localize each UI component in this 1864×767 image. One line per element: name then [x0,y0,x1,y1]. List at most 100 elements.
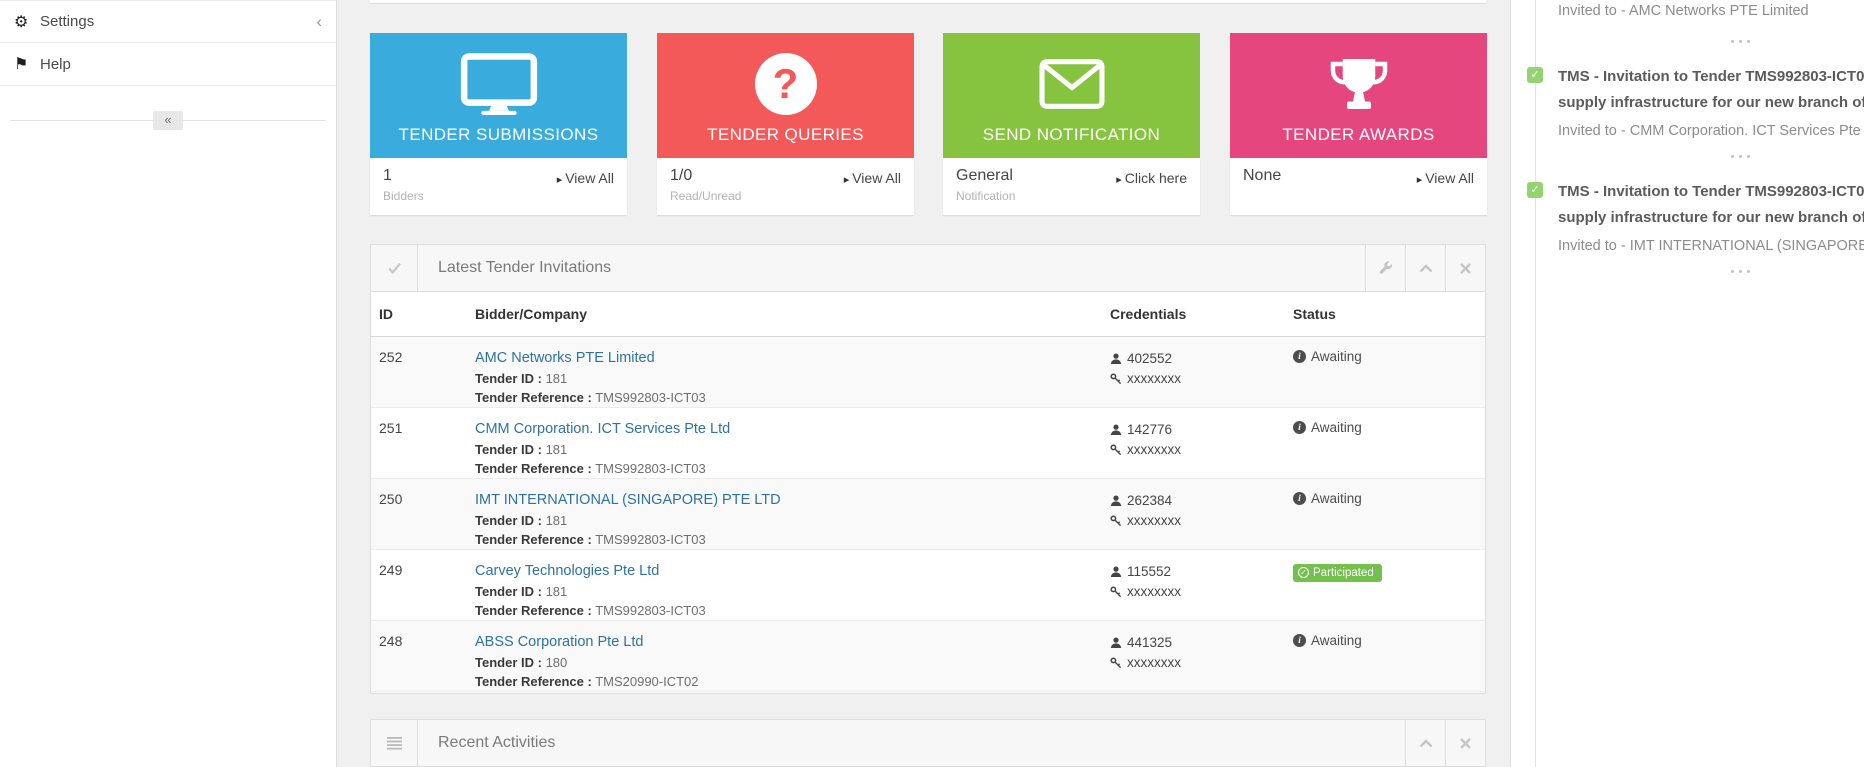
card-footer: 1/0 Read/Unread ▸View All [657,158,914,215]
column-header-id: ID [371,292,467,337]
tender-ref-value: TMS992803-ICT03 [595,390,706,405]
tender-ref-label: Tender Reference : [475,674,592,689]
credential-key: xxxxxxxx [1110,511,1277,531]
sidebar: ⚙ Settings ‹ ⚑ Help « [0,0,337,767]
tender-ref-value: TMS992803-ICT03 [595,532,706,547]
status-awaiting: iAwaiting [1293,491,1477,506]
column-header-credentials: Credentials [1102,292,1285,337]
company-link[interactable]: AMC Networks PTE Limited [475,350,655,366]
triangle-icon: ▸ [844,174,850,186]
card-send-notification: SEND NOTIFICATION General Notification ▸… [943,33,1200,215]
view-all-link[interactable]: ▸View All [1417,170,1474,186]
credential-key: xxxxxxxx [1110,582,1277,602]
dots-separator [1731,40,1750,43]
chevron-up-icon[interactable] [1405,245,1445,291]
notification-item[interactable]: ✓ TMS - Invitation to Tender TMS992803-I… [1511,64,1864,139]
tender-id-value: 181 [546,371,568,386]
question-circle-icon: ? [755,33,817,125]
card-title: TENDER AWARDS [1282,125,1434,158]
key-icon [1110,444,1122,456]
notification-item[interactable]: Invited to - AMC Networks PTE Limited [1511,0,1864,19]
key-icon [1110,515,1122,527]
credential-key: xxxxxxxx [1110,369,1277,389]
person-icon [1110,424,1122,436]
company-link[interactable]: Carvey Technologies Pte Ltd [475,563,659,579]
table-row: 250 IMT INTERNATIONAL (SINGAPORE) PTE LT… [371,479,1485,550]
column-header-status: Status [1285,292,1485,337]
card-tile[interactable]: SEND NOTIFICATION [943,33,1200,158]
card-sublabel: Notification [956,189,1187,203]
dots-separator [1731,155,1750,158]
column-header-company: Bidder/Company [467,292,1102,337]
key-icon [1110,657,1122,669]
check-square-icon: ✓ [1527,67,1543,83]
notification-invited-to: Invited to - CMM Corporation. ICT Servic… [1558,123,1864,139]
gear-icon: ⚙ [14,12,40,32]
tender-ref-value: TMS992803-ICT03 [595,603,706,618]
notification-invited-to: Invited to - AMC Networks PTE Limited [1558,3,1864,19]
tender-id-label: Tender ID : [475,655,542,670]
card-tender-queries: ? TENDER QUERIES 1/0 Read/Unread ▸View A… [657,33,914,215]
company-link[interactable]: ABSS Corporation Pte Ltd [475,634,643,650]
tender-id-label: Tender ID : [475,442,542,457]
status-awaiting: iAwaiting [1293,420,1477,435]
list-icon [371,720,418,766]
tender-ref-label: Tender Reference : [475,390,592,405]
info-icon: i [1293,492,1306,505]
panel-title: Recent Activities [418,720,1405,766]
card-sublabel: Bidders [383,189,614,203]
click-here-link[interactable]: ▸Click here [1116,170,1187,186]
triangle-icon: ▸ [557,174,563,186]
notification-item[interactable]: ✓ TMS - Invitation to Tender TMS992803-I… [1511,179,1864,254]
table-row: 252 AMC Networks PTE Limited Tender ID :… [371,337,1485,408]
card-footer: General Notification ▸Click here [943,158,1200,215]
view-all-link[interactable]: ▸View All [557,170,614,186]
sidebar-item-help[interactable]: ⚑ Help [0,43,336,86]
tender-id-value: 180 [546,655,568,670]
tender-id-value: 181 [546,442,568,457]
row-id: 248 [371,621,467,692]
tender-id-label: Tender ID : [475,371,542,386]
tender-id-value: 181 [546,513,568,528]
company-link[interactable]: CMM Corporation. ICT Services Pte Ltd [475,421,730,437]
info-icon: i [1293,421,1306,434]
status-awaiting: iAwaiting [1293,633,1477,648]
company-link[interactable]: IMT INTERNATIONAL (SINGAPORE) PTE LTD [475,492,781,508]
credential-user: 262384 [1110,491,1277,511]
row-id: 251 [371,408,467,479]
chevron-up-icon[interactable] [1405,720,1445,766]
tender-id-label: Tender ID : [475,584,542,599]
trophy-icon [1329,33,1389,125]
credential-user: 441325 [1110,633,1277,653]
key-icon [1110,373,1122,385]
cutoff-panel-edge [370,0,1486,4]
triangle-icon: ▸ [1116,174,1122,186]
card-tile[interactable]: TENDER SUBMISSIONS [370,33,627,158]
check-square-icon: ✓ [1527,182,1543,198]
person-icon [1110,637,1122,649]
card-footer: None ▸View All [1230,158,1487,215]
sidebar-collapse-button[interactable]: « [153,111,183,130]
triangle-icon: ▸ [1417,174,1423,186]
card-tile[interactable]: ? TENDER QUERIES [657,33,914,158]
sidebar-item-settings[interactable]: ⚙ Settings ‹ [0,0,336,43]
info-icon: i [1293,350,1306,363]
row-id: 252 [371,337,467,408]
notification-invited-to: Invited to - IMT INTERNATIONAL (SINGAPOR… [1558,238,1864,254]
row-id: 250 [371,479,467,550]
sidebar-item-label: Help [40,56,322,73]
dots-separator [1731,270,1750,273]
credential-user: 142776 [1110,420,1277,440]
check-circle-icon: ✓ [1298,567,1309,578]
notifications-panel: Invited to - AMC Networks PTE Limited ✓ … [1510,0,1864,767]
row-id: 249 [371,550,467,621]
status-badge-participated: ✓Participated [1293,564,1382,582]
card-tile[interactable]: TENDER AWARDS [1230,33,1487,158]
tender-id-label: Tender ID : [475,513,542,528]
view-all-link[interactable]: ▸View All [844,170,901,186]
close-icon[interactable] [1445,720,1485,766]
wrench-icon[interactable] [1365,245,1405,291]
notification-title: TMS - Invitation to Tender TMS992803-ICT… [1558,64,1864,116]
close-icon[interactable] [1445,245,1485,291]
panel-title: Latest Tender Invitations [418,245,1365,291]
